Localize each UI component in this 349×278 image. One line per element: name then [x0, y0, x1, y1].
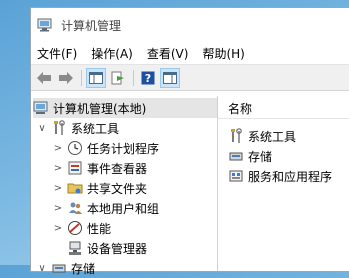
toolbar-separator — [133, 69, 134, 86]
tree-item-performance[interactable]: > 性能 — [53, 218, 111, 238]
computer-management-window: 计算机管理 文件(F) 操作(A) 查看(V) 帮助(H) ? 计算机管理(本地… — [30, 7, 349, 276]
chevron-down-icon[interactable]: ∨ — [37, 123, 47, 134]
chevron-right-icon[interactable]: > — [53, 143, 63, 154]
chevron-right-icon[interactable]: > — [53, 163, 63, 174]
content-panes: 计算机管理(本地) ∨ 系统工具 > 任务计划程序 > 事件查看器 > 共享文件… — [31, 96, 349, 276]
header-divider — [218, 118, 349, 119]
tree-item-system-tools[interactable]: ∨ 系统工具 — [37, 118, 119, 138]
storage-icon — [51, 260, 67, 276]
services-applications-icon — [228, 168, 244, 184]
tree-root-label: 计算机管理(本地) — [53, 101, 147, 116]
list-item[interactable]: 服务和应用程序 — [228, 166, 332, 186]
back-arrow-icon[interactable] — [35, 69, 53, 87]
list-item-label: 服务和应用程序 — [248, 169, 333, 184]
column-header-name[interactable]: 名称 — [228, 100, 252, 117]
users-icon — [67, 200, 83, 216]
show-hide-action-pane-icon[interactable] — [160, 67, 180, 88]
list-item[interactable]: 系统工具 — [228, 126, 296, 146]
forward-arrow-icon[interactable] — [57, 69, 75, 87]
tree-item-task-scheduler[interactable]: > 任务计划程序 — [53, 138, 159, 158]
tree-item-label: 任务计划程序 — [87, 141, 160, 156]
toolbar-separator — [81, 69, 82, 86]
tree-item-label: 性能 — [87, 221, 112, 236]
tools-icon — [228, 128, 244, 144]
menu-file[interactable]: 文件(F) — [37, 45, 77, 62]
chevron-right-icon[interactable]: > — [53, 183, 63, 194]
help-icon[interactable]: ? — [139, 69, 157, 87]
menu-action[interactable]: 操作(A) — [91, 45, 133, 62]
list-item[interactable]: 存储 — [228, 146, 272, 166]
window-title: 计算机管理 — [61, 18, 122, 33]
chevron-down-icon[interactable]: ∨ — [37, 263, 47, 274]
tree-item-label: 共享文件夹 — [87, 181, 148, 196]
device-manager-icon — [67, 240, 83, 256]
chevron-right-icon[interactable]: > — [53, 203, 63, 214]
console-tree: 计算机管理(本地) ∨ 系统工具 > 任务计划程序 > 事件查看器 > 共享文件… — [31, 96, 218, 276]
tree-item-label: 存储 — [71, 261, 96, 276]
chevron-right-icon[interactable]: > — [53, 223, 63, 234]
tools-icon — [51, 120, 67, 136]
menu-help[interactable]: 帮助(H) — [202, 45, 244, 62]
title-bar[interactable]: 计算机管理 — [31, 8, 349, 42]
tree-item-label: 事件查看器 — [87, 161, 148, 176]
results-pane: 名称 系统工具 存储 服务和应用程序 — [218, 96, 349, 271]
tree-item-label: 设备管理器 — [87, 241, 148, 256]
tree-item-label: 系统工具 — [71, 121, 120, 136]
shared-folder-icon — [67, 180, 83, 196]
menu-view[interactable]: 查看(V) — [147, 45, 189, 62]
clock-icon — [67, 140, 83, 156]
performance-icon — [67, 220, 83, 236]
computer-management-icon — [33, 100, 49, 116]
list-item-label: 存储 — [248, 149, 273, 164]
tree-item-event-viewer[interactable]: > 事件查看器 — [53, 158, 147, 178]
tree-item-shared-folders[interactable]: > 共享文件夹 — [53, 178, 147, 198]
list-item-label: 系统工具 — [248, 129, 297, 144]
tree-root[interactable]: 计算机管理(本地) — [33, 98, 217, 118]
tree-item-local-users-groups[interactable]: > 本地用户和组 — [53, 198, 159, 218]
svg-text:?: ? — [145, 72, 151, 85]
menu-bar: 文件(F) 操作(A) 查看(V) 帮助(H) — [31, 42, 349, 64]
storage-icon — [228, 148, 244, 164]
computer-management-icon — [37, 18, 53, 32]
tree-item-device-manager[interactable]: 设备管理器 — [67, 238, 147, 258]
event-viewer-icon — [67, 160, 83, 176]
toolbar: ? — [31, 64, 349, 91]
tree-item-storage[interactable]: ∨ 存储 — [37, 258, 95, 278]
tree-item-label: 本地用户和组 — [87, 201, 160, 216]
export-list-icon[interactable] — [109, 69, 127, 87]
show-hide-console-tree-icon[interactable] — [86, 67, 106, 88]
